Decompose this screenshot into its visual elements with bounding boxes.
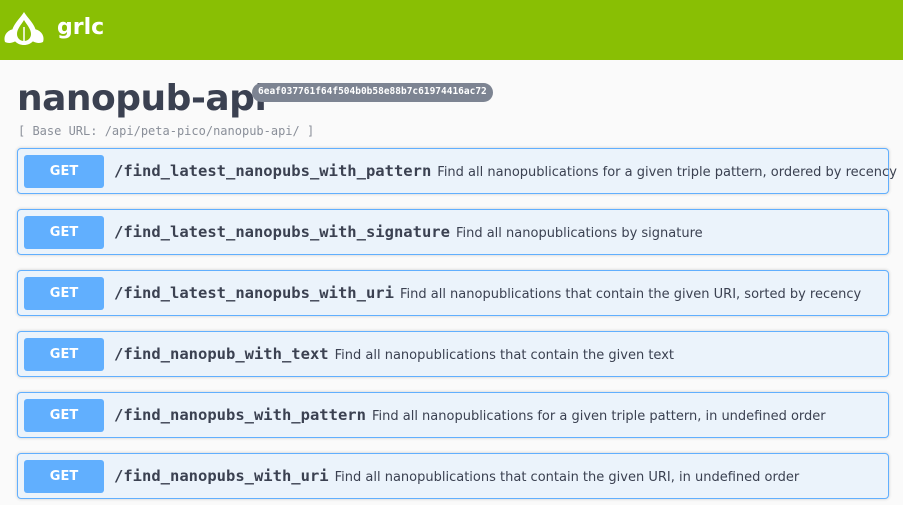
page-title: nanopub-api [17,78,267,119]
top-bar: grlc [0,0,903,60]
logo-text[interactable]: grlc [57,15,104,40]
operation-path-text: /find_latest_nanopubs_with_signature [114,223,450,241]
operation-summary: Find all nanopublications that contain t… [399,287,862,302]
operation-path-text: /find_nanopub_with_text [114,345,329,363]
method-badge: GET [24,399,104,432]
operation-summary: Find all nanopublications by signature [455,226,703,241]
operation-summary: Find all nanopublications that contain t… [334,348,674,363]
operation-path: /find_latest_nanopubs_with_pattern Find a… [114,162,897,180]
operation-path-text: /find_nanopubs_with_uri [114,467,329,485]
operation-path: /find_nanopubs_with_pattern Find all nano… [114,406,826,424]
operation-path: /find_latest_nanopubs_with_uri Find all n… [114,284,861,302]
version-badge: 6eaf037761f64f504b0b58e88b7c61974416ac72 [252,83,493,102]
operation-row[interactable]: GET /find_latest_nanopubs_with_uri Find a… [17,270,889,316]
operation-path: /find_nanopub_with_text Find all nanopubl… [114,345,674,363]
method-badge: GET [24,338,104,371]
operation-path-text: /find_latest_nanopubs_with_uri [114,284,394,302]
operation-row[interactable]: GET /find_nanopub_with_text Find all nano… [17,331,889,377]
operation-row[interactable]: GET /find_latest_nanopubs_with_signature… [17,209,889,255]
method-badge: GET [24,460,104,493]
grlc-logo-icon[interactable] [2,9,46,49]
operation-path-text: /find_latest_nanopubs_with_pattern [114,162,432,180]
base-url: [ Base URL: /api/peta-pico/nanopub-api/ … [18,124,315,138]
operation-row[interactable]: GET /find_nanopubs_with_pattern Find all … [17,392,889,438]
operation-path: /find_nanopubs_with_uri Find all nanopubl… [114,467,799,485]
operation-summary: Find all nanopublications that contain t… [334,470,800,485]
method-badge: GET [24,216,104,249]
operation-row[interactable]: GET /find_nanopubs_with_uri Find all nano… [17,453,889,499]
operation-summary: Find all nanopublications for a given tr… [437,165,897,180]
method-badge: GET [24,155,104,188]
operation-path-text: /find_nanopubs_with_pattern [114,406,366,424]
method-badge: GET [24,277,104,310]
operation-summary: Find all nanopublications for a given tr… [371,409,826,424]
operation-row[interactable]: GET /find_latest_nanopubs_with_pattern Fi… [17,148,897,194]
operation-path: /find_latest_nanopubs_with_signature Find… [114,223,703,241]
